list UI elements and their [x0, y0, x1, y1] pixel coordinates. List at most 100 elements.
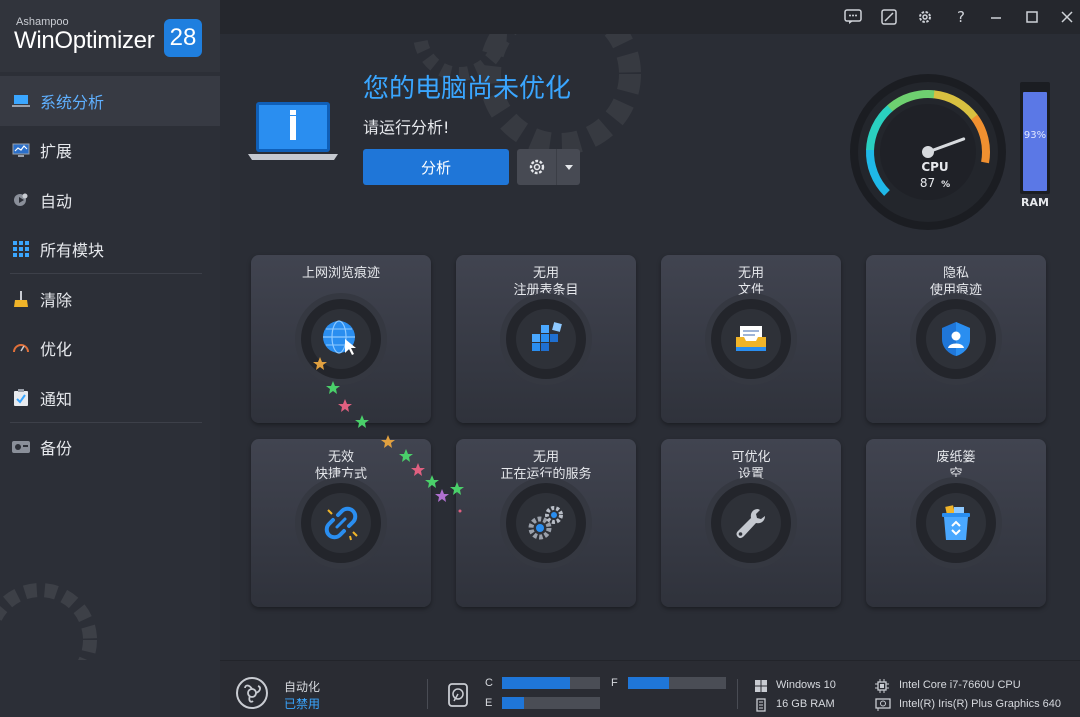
drive-c-usage-bar [502, 677, 600, 689]
drive-e-usage-bar [502, 697, 600, 709]
sparkle-trail-icon [313, 357, 464, 513]
minimize-icon [991, 17, 1001, 19]
tile-title-line: 使用痕迹 [929, 283, 982, 298]
automation-icon[interactable] [235, 676, 269, 710]
cpu-value-unit: % [941, 180, 951, 190]
sidebar-item-backup[interactable]: 备份 [0, 423, 220, 473]
tile-title-line: 设置 [737, 467, 764, 482]
drive-f-usage-bar [628, 677, 726, 689]
analysis-settings-dropdown[interactable] [557, 149, 580, 185]
tile-title-line: 无用 [532, 266, 559, 281]
sidebar-item-auto[interactable]: 自动 [0, 175, 220, 225]
privacy-shield-icon [942, 322, 970, 356]
drive-f-usage-fill [628, 677, 670, 689]
sidebar-item-label: 清除 [40, 290, 73, 310]
tile-title: 无用 正在运行的服务 [456, 449, 636, 483]
drive-f-label: F [611, 677, 618, 689]
edit-window-icon [881, 9, 897, 25]
sidebar-item-label: 扩展 [40, 142, 73, 162]
chevron-down-icon [564, 164, 573, 170]
tile-useless-files[interactable]: 无用 文件 [661, 255, 841, 423]
sidebar-item-label: 通知 [40, 389, 73, 409]
registry-blocks-icon [532, 322, 562, 351]
drive-c-label: C [485, 677, 493, 689]
monitor-chart-icon [12, 141, 30, 159]
decorative-gear-icon [0, 583, 97, 660]
automation-state[interactable]: 已禁用 [284, 695, 320, 712]
windows-logo-icon [755, 680, 767, 692]
laptop-icon [12, 92, 30, 110]
analyze-button[interactable]: 分析 [363, 149, 509, 185]
drive-e-label: E [485, 697, 493, 709]
gpu-info: Intel(R) Iris(R) Plus Graphics 640 [899, 698, 1061, 710]
maximize-button[interactable] [1021, 6, 1043, 28]
tile-icon-ring [916, 483, 996, 563]
tile-title-line: 注册表条目 [513, 283, 579, 298]
chat-icon [844, 9, 862, 24]
sidebar: Ashampoo WinOptimizer 28 系统分析 扩展 自动 所有模块… [0, 0, 220, 717]
minimize-button[interactable] [985, 6, 1007, 28]
version-badge: 28 [164, 19, 202, 57]
file-tray-icon [736, 326, 766, 351]
close-button[interactable] [1056, 6, 1078, 28]
cpu-value-number: 87 [919, 176, 936, 190]
page-subtitle: 请运行分析! [363, 118, 450, 137]
sidebar-item-optimize[interactable]: 优化 [0, 324, 220, 374]
tile-registry-entries[interactable]: 无用 注册表条目 [456, 255, 636, 423]
sidebar-item-extensions[interactable]: 扩展 [0, 126, 220, 176]
page-title: 您的电脑尚未优化 [363, 74, 572, 104]
help-icon: ? [957, 8, 965, 26]
tile-title-line: 文件 [737, 283, 764, 298]
broom-icon [12, 290, 30, 308]
tile-title-line: 无用 [532, 450, 559, 465]
sidebar-item-label: 系统分析 [40, 92, 105, 112]
tile-privacy-traces[interactable]: 隐私 使用痕迹 [866, 255, 1046, 423]
sidebar-item-system-analysis[interactable]: 系统分析 [0, 76, 220, 126]
close-icon [1061, 11, 1073, 23]
skin-button[interactable] [878, 6, 900, 28]
settings-button[interactable] [914, 6, 936, 28]
tile-title: 无用 文件 [661, 265, 841, 299]
tile-recycle-bin[interactable]: 废纸篓空 [866, 439, 1046, 607]
tile-title-line: 空 [949, 467, 963, 482]
analysis-settings-button[interactable] [517, 149, 580, 185]
sidebar-item-clean[interactable]: 清除 [0, 274, 220, 324]
title-bar: ? [220, 0, 1080, 34]
tile-title: 废纸篓空 [866, 449, 1046, 483]
feedback-button[interactable] [842, 6, 864, 28]
os-info: Windows 10 [776, 679, 836, 691]
wrench-icon [736, 509, 765, 539]
ram-meter-fill [1023, 92, 1047, 191]
sidebar-item-label: 自动 [40, 191, 73, 211]
tile-running-services[interactable]: 无用 正在运行的服务 [456, 439, 636, 607]
clipboard-check-icon [12, 388, 30, 407]
tile-title-line: 可优化 [731, 450, 771, 465]
tile-optimizable-settings[interactable]: 可优化 设置 [661, 439, 841, 607]
gears-icon [528, 506, 563, 540]
sidebar-item-all-modules[interactable]: 所有模块 [0, 225, 220, 274]
laptop-info-icon [248, 100, 338, 168]
gear-icon [529, 159, 544, 175]
app-logo: Ashampoo WinOptimizer 28 [0, 0, 220, 72]
analysis-settings-gear[interactable] [517, 149, 557, 185]
help-button[interactable]: ? [950, 6, 972, 28]
graphics-card-icon [875, 698, 891, 711]
gear-icon [919, 11, 931, 23]
ram-label: RAM [1021, 196, 1049, 209]
tile-title-line: 无用 [737, 266, 764, 281]
tile-title: 隐私 使用痕迹 [866, 265, 1046, 299]
cpu-label: CPU [921, 160, 949, 174]
tile-title: 上网浏览痕迹 [251, 265, 431, 282]
ram-value: 93% [1023, 130, 1047, 141]
backup-drive-icon [12, 438, 30, 456]
cpu-gauge [850, 74, 1006, 230]
drive-c-usage-fill [502, 677, 570, 689]
cpu-value: 87% [910, 176, 960, 190]
ram-info: 16 GB RAM [776, 698, 835, 710]
sidebar-nav: 系统分析 扩展 自动 所有模块 清除 优化 通知 备份 [0, 76, 220, 472]
tile-title: 可优化 设置 [661, 449, 841, 483]
main-content: 您的电脑尚未优化 请运行分析! 分析 CPU 87% 93% RAM 上网浏览痕… [220, 34, 1080, 660]
sidebar-item-notifications[interactable]: 通知 [0, 373, 220, 423]
tile-title: 无用 注册表条目 [456, 265, 636, 299]
status-bar: 自动化 已禁用 C E F Windows 10 16 GB RAM Intel… [220, 660, 1080, 717]
